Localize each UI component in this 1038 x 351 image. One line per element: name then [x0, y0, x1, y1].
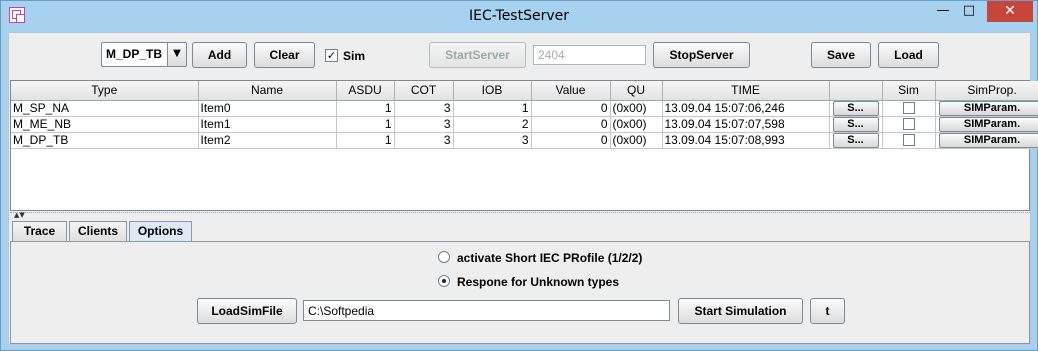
cell-sim — [882, 132, 936, 149]
table-row[interactable]: M_DP_TB Item2 1 3 3 0 (0x00) 13.09.04 15… — [11, 132, 1038, 149]
simparam-button[interactable]: SIMParam. — [938, 132, 1038, 147]
split-pane-divider[interactable]: ▲▼ — [10, 211, 1030, 219]
tab-trace[interactable]: Trace — [12, 221, 67, 242]
sim-row-checkbox[interactable] — [902, 134, 915, 146]
cell-sim — [882, 100, 936, 117]
client-area: M_DP_TB ▼ Add Clear ✓ Sim StartServer 24… — [8, 32, 1038, 345]
window-title: IEC-TestServer — [469, 8, 569, 24]
tab-clients[interactable]: Clients — [69, 221, 127, 242]
simparam-button[interactable]: SIMParam. — [938, 116, 1038, 131]
unknown-types-radio[interactable] — [438, 275, 450, 287]
set-button[interactable]: S... — [832, 132, 879, 147]
cell-asdu[interactable]: 1 — [336, 132, 395, 149]
short-profile-label: activate Short IEC PRofile (1/2/2) — [457, 251, 643, 265]
cell-type[interactable]: M_SP_NA — [11, 100, 199, 117]
short-profile-radio[interactable] — [438, 251, 450, 263]
cell-time[interactable]: 13.09.04 15:07:06,246 — [662, 100, 830, 117]
cell-time[interactable]: 13.09.04 15:07:08,993 — [662, 132, 830, 149]
cell-qu[interactable]: (0x00) — [610, 132, 663, 149]
cell-type[interactable]: M_ME_NB — [11, 116, 199, 133]
title-bar: IEC-TestServer — □ ✕ — [1, 1, 1037, 32]
column-header-time[interactable]: TIME — [662, 81, 830, 101]
table-row[interactable]: M_ME_NB Item1 1 3 2 0 (0x00) 13.09.04 15… — [11, 116, 1038, 133]
save-button[interactable]: Save — [811, 42, 871, 68]
add-button[interactable]: Add — [192, 42, 247, 68]
data-table: Type Name ASDU COT IOB Value QU TIME Sim… — [11, 81, 1038, 149]
type-select[interactable]: M_DP_TB ▼ — [101, 42, 187, 67]
column-header-sim[interactable]: Sim — [882, 81, 936, 101]
cell-qu[interactable]: (0x00) — [610, 100, 663, 117]
app-window: IEC-TestServer — □ ✕ M_DP_TB ▼ Add Clear… — [0, 0, 1038, 351]
cell-value[interactable]: 0 — [531, 100, 611, 117]
set-button[interactable]: S... — [832, 116, 879, 131]
simparam-button[interactable]: SIMParam. — [938, 100, 1038, 115]
table-header-row: Type Name ASDU COT IOB Value QU TIME Sim… — [11, 81, 1038, 101]
set-button[interactable]: S... — [832, 100, 879, 115]
cell-iob[interactable]: 1 — [453, 100, 532, 117]
column-header-value[interactable]: Value — [531, 81, 611, 101]
cell-name[interactable]: Item2 — [198, 132, 337, 149]
column-header-asdu[interactable]: ASDU — [336, 81, 395, 101]
cell-type[interactable]: M_DP_TB — [11, 132, 199, 149]
column-header-iob[interactable]: IOB — [453, 81, 532, 101]
sim-checkbox[interactable]: ✓ — [325, 49, 338, 62]
start-server-button[interactable]: StartServer — [429, 42, 526, 68]
cell-action: S... — [829, 132, 883, 149]
t-button[interactable]: t — [810, 298, 845, 324]
cell-action: S... — [829, 116, 883, 133]
column-header-qu[interactable]: QU — [610, 81, 663, 101]
stop-server-button[interactable]: StopServer — [653, 42, 750, 68]
type-select-value: M_DP_TB — [106, 47, 163, 61]
column-header-simprop[interactable]: SimProp. — [935, 81, 1038, 101]
column-header-cot[interactable]: COT — [394, 81, 454, 101]
tab-options[interactable]: Options — [129, 221, 192, 243]
sim-row-checkbox[interactable] — [902, 118, 915, 130]
cell-action: S... — [829, 100, 883, 117]
sim-row-checkbox[interactable] — [902, 102, 915, 114]
load-sim-file-button[interactable]: LoadSimFile — [197, 298, 297, 324]
cell-cot[interactable]: 3 — [394, 100, 454, 117]
minimize-button[interactable]: — — [930, 1, 956, 22]
clear-button[interactable]: Clear — [254, 42, 315, 68]
start-simulation-button[interactable]: Start Simulation — [678, 298, 803, 324]
sim-label: Sim — [343, 49, 366, 63]
cell-name[interactable]: Item0 — [198, 100, 337, 117]
unknown-types-label: Respone for Unknown types — [457, 275, 620, 289]
cell-sim — [882, 116, 936, 133]
cell-simprop: SIMParam. — [935, 132, 1038, 149]
sim-file-path-input[interactable]: C:\Softpedia — [303, 300, 670, 321]
chevron-down-icon[interactable]: ▼ — [167, 43, 186, 66]
cell-value[interactable]: 0 — [531, 116, 611, 133]
options-panel: activate Short IEC PRofile (1/2/2) Respo… — [10, 241, 1030, 344]
cell-value[interactable]: 0 — [531, 132, 611, 149]
data-table-area: Type Name ASDU COT IOB Value QU TIME Sim… — [10, 80, 1038, 211]
close-button[interactable]: ✕ — [987, 1, 1033, 22]
check-icon: ✓ — [326, 49, 337, 62]
cell-asdu[interactable]: 1 — [336, 100, 395, 117]
cell-name[interactable]: Item1 — [198, 116, 337, 133]
cell-qu[interactable]: (0x00) — [610, 116, 663, 133]
table-row[interactable]: M_SP_NA Item0 1 3 1 0 (0x00) 13.09.04 15… — [11, 100, 1038, 117]
cell-cot[interactable]: 3 — [394, 116, 454, 133]
port-input[interactable]: 2404 — [533, 45, 646, 65]
column-header-action[interactable] — [829, 81, 883, 101]
cell-simprop: SIMParam. — [935, 100, 1038, 117]
cell-iob[interactable]: 3 — [453, 132, 532, 149]
maximize-button[interactable]: □ — [956, 1, 982, 22]
split-arrows-icon[interactable]: ▲▼ — [14, 211, 25, 219]
cell-time[interactable]: 13.09.04 15:07:07,598 — [662, 116, 830, 133]
cell-simprop: SIMParam. — [935, 116, 1038, 133]
cell-cot[interactable]: 3 — [394, 132, 454, 149]
load-button[interactable]: Load — [878, 42, 939, 68]
cell-iob[interactable]: 2 — [453, 116, 532, 133]
column-header-name[interactable]: Name — [198, 81, 337, 101]
cell-asdu[interactable]: 1 — [336, 116, 395, 133]
column-header-type[interactable]: Type — [11, 81, 199, 101]
